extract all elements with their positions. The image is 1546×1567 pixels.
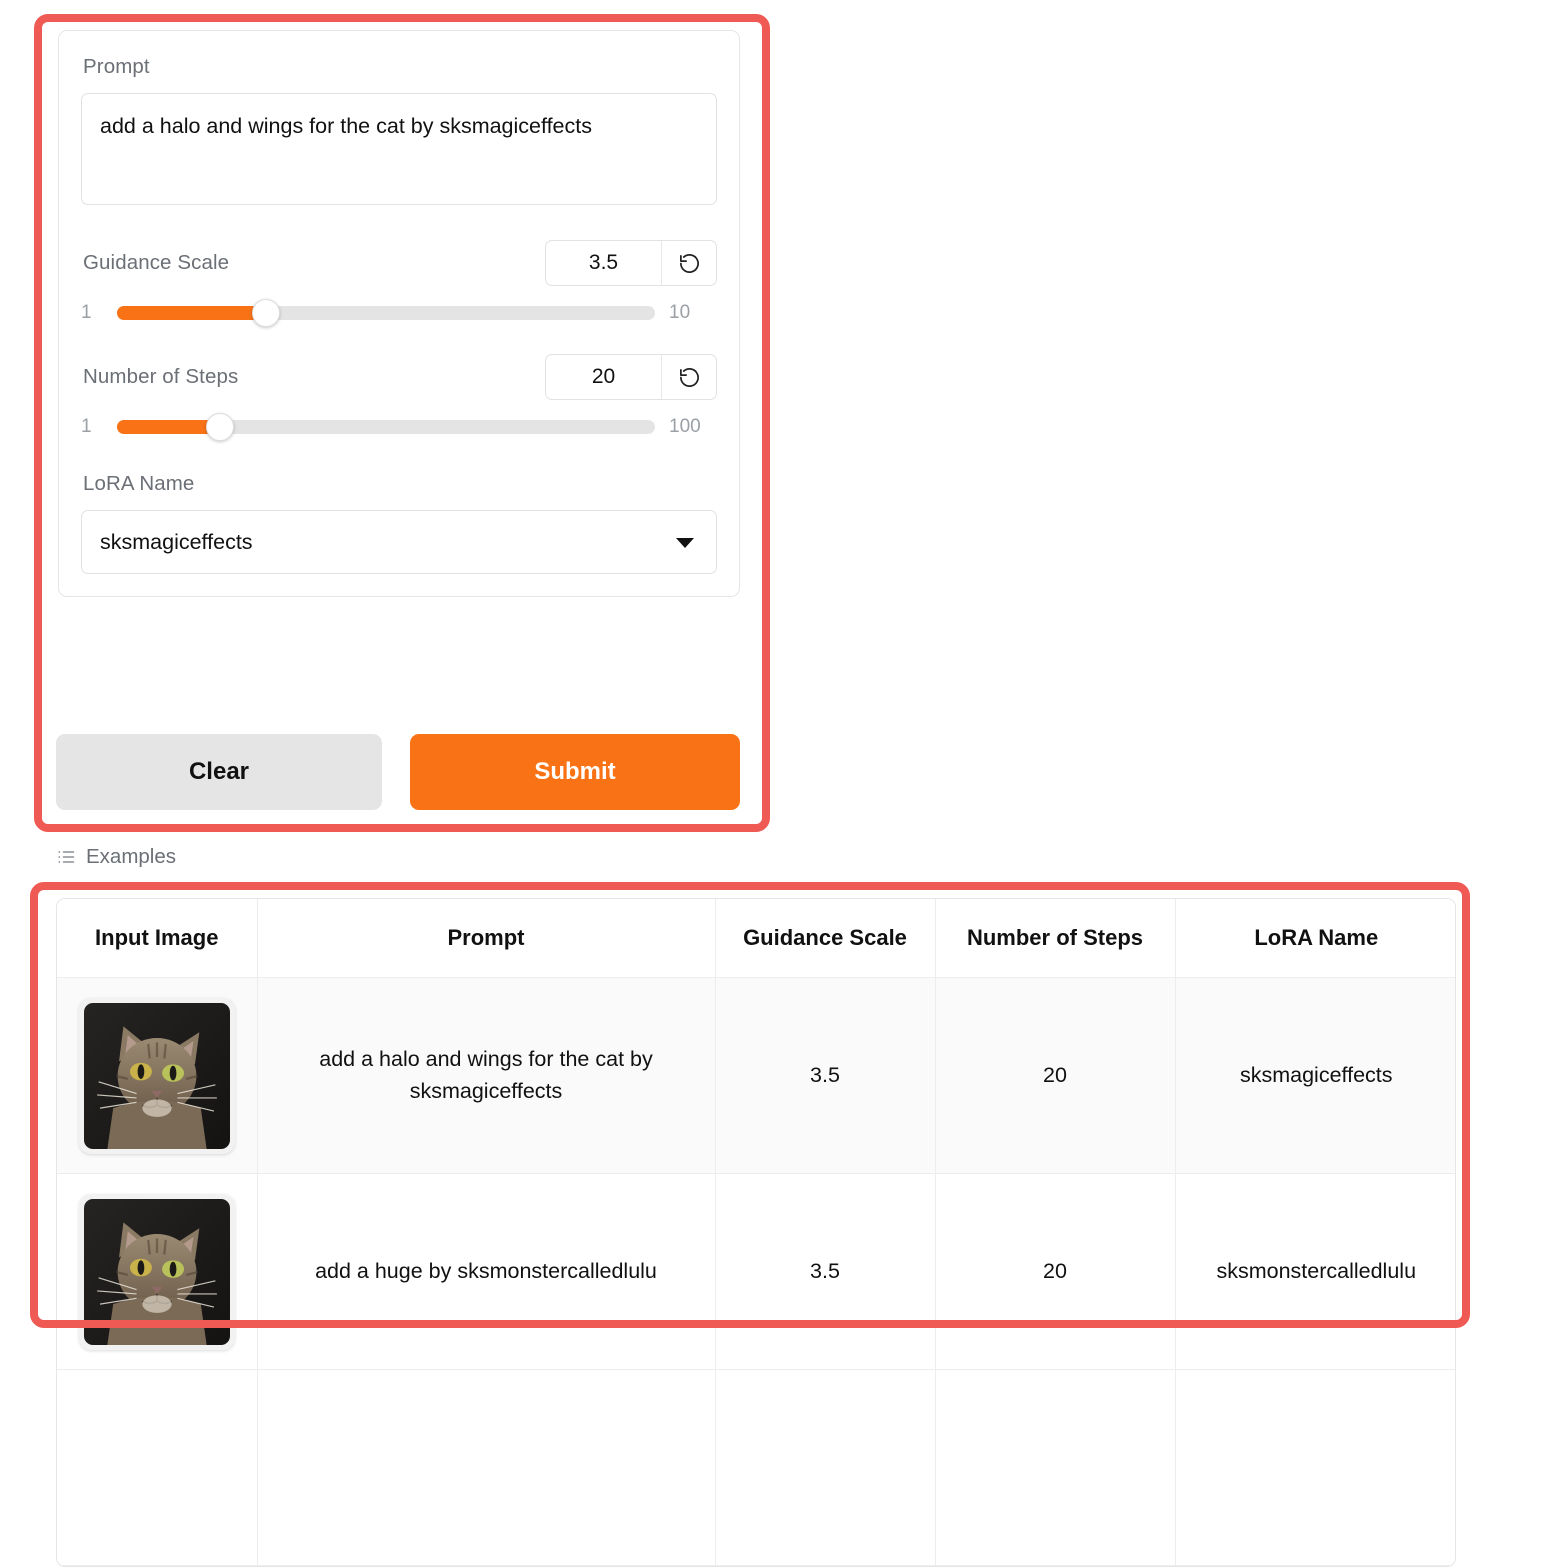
- action-buttons: Clear Submit: [56, 734, 740, 810]
- cell-prompt[interactable]: add a halo and wings for the cat by sksm…: [257, 977, 716, 1174]
- table-row[interactable]: [57, 1369, 1455, 1566]
- cat-thumbnail-image[interactable]: [78, 1193, 235, 1350]
- reset-arrow-icon: [678, 366, 701, 389]
- guidance-scale-slider-thumb[interactable]: [252, 299, 281, 327]
- lora-name-block: LoRA Name sksmagiceffects: [81, 472, 717, 574]
- examples-label-text: Examples: [86, 845, 177, 868]
- cell-guidance-scale[interactable]: [715, 1369, 936, 1566]
- number-of-steps-min: 1: [81, 416, 92, 437]
- guidance-scale-min: 1: [81, 302, 92, 323]
- cell-input-image[interactable]: [57, 977, 258, 1174]
- number-of-steps-slider[interactable]: [117, 413, 655, 441]
- examples-table: Input Image Prompt Guidance Scale Number…: [57, 899, 1455, 1566]
- number-of-steps-label: Number of Steps: [83, 365, 239, 388]
- cell-guidance-scale[interactable]: 3.5: [715, 1173, 936, 1370]
- cell-input-image[interactable]: [57, 1173, 258, 1370]
- lora-name-dropdown[interactable]: sksmagiceffects: [81, 510, 717, 574]
- cell-prompt[interactable]: [257, 1369, 716, 1566]
- guidance-scale-slider-row: 1 10: [81, 299, 717, 327]
- guidance-scale-reset-button[interactable]: [661, 241, 716, 285]
- list-icon: [56, 847, 76, 867]
- prompt-label: Prompt: [83, 55, 150, 78]
- table-row[interactable]: add a huge by sksmonstercalledlulu 3.5 2…: [57, 1173, 1455, 1370]
- column-header-guidance-scale: Guidance Scale: [715, 899, 936, 978]
- number-of-steps-max: 100: [669, 416, 701, 437]
- number-of-steps-block: Number of Steps 1 100: [81, 354, 717, 441]
- cell-number-of-steps[interactable]: [935, 1369, 1176, 1566]
- guidance-scale-max: 10: [669, 302, 691, 323]
- guidance-scale-block: Guidance Scale 1 10: [81, 240, 717, 327]
- reset-arrow-icon: [678, 252, 701, 275]
- number-of-steps-header: Number of Steps: [81, 354, 717, 400]
- examples-table-container: Input Image Prompt Guidance Scale Number…: [56, 898, 1456, 1567]
- number-of-steps-number-wrap: [545, 354, 717, 400]
- guidance-scale-slider[interactable]: [117, 299, 655, 327]
- guidance-scale-slider-fill: [117, 306, 267, 320]
- guidance-scale-label: Guidance Scale: [83, 251, 230, 274]
- cell-lora-name[interactable]: [1175, 1369, 1455, 1566]
- chevron-down-icon: [676, 538, 694, 548]
- cell-number-of-steps[interactable]: 20: [935, 977, 1176, 1174]
- examples-table-body: add a halo and wings for the cat by sksm…: [57, 977, 1455, 1566]
- input-panel: Prompt add a halo and wings for the cat …: [58, 30, 740, 597]
- cell-lora-name[interactable]: sksmonstercalledlulu: [1175, 1173, 1455, 1370]
- submit-button[interactable]: Submit: [410, 734, 740, 810]
- cell-input-image[interactable]: [57, 1369, 258, 1566]
- cell-prompt[interactable]: add a huge by sksmonstercalledlulu: [257, 1173, 716, 1370]
- cell-lora-name[interactable]: sksmagiceffects: [1175, 977, 1455, 1174]
- column-header-lora-name: LoRA Name: [1175, 899, 1455, 978]
- table-row[interactable]: add a halo and wings for the cat by sksm…: [57, 977, 1455, 1174]
- prompt-input[interactable]: add a halo and wings for the cat by sksm…: [81, 93, 717, 205]
- examples-table-head: Input Image Prompt Guidance Scale Number…: [57, 899, 1455, 978]
- column-header-input-image: Input Image: [57, 899, 258, 978]
- number-of-steps-slider-fill: [117, 420, 221, 434]
- column-header-prompt: Prompt: [257, 899, 716, 978]
- number-of-steps-slider-thumb[interactable]: [206, 413, 235, 441]
- number-of-steps-number-input[interactable]: [546, 355, 661, 399]
- cell-guidance-scale[interactable]: 3.5: [715, 977, 936, 1174]
- table-header-row: Input Image Prompt Guidance Scale Number…: [57, 899, 1455, 978]
- examples-section-label: Examples: [56, 845, 176, 869]
- lora-name-label: LoRA Name: [83, 472, 195, 495]
- column-header-number-of-steps: Number of Steps: [935, 899, 1176, 978]
- guidance-scale-header: Guidance Scale: [81, 240, 717, 286]
- number-of-steps-slider-row: 1 100: [81, 413, 717, 441]
- lora-name-selected-value: sksmagiceffects: [100, 529, 253, 554]
- number-of-steps-reset-button[interactable]: [661, 355, 716, 399]
- cell-number-of-steps[interactable]: 20: [935, 1173, 1176, 1370]
- cat-thumbnail-image[interactable]: [78, 997, 235, 1154]
- guidance-scale-number-input[interactable]: [546, 241, 661, 285]
- guidance-scale-number-wrap: [545, 240, 717, 286]
- clear-button[interactable]: Clear: [56, 734, 382, 810]
